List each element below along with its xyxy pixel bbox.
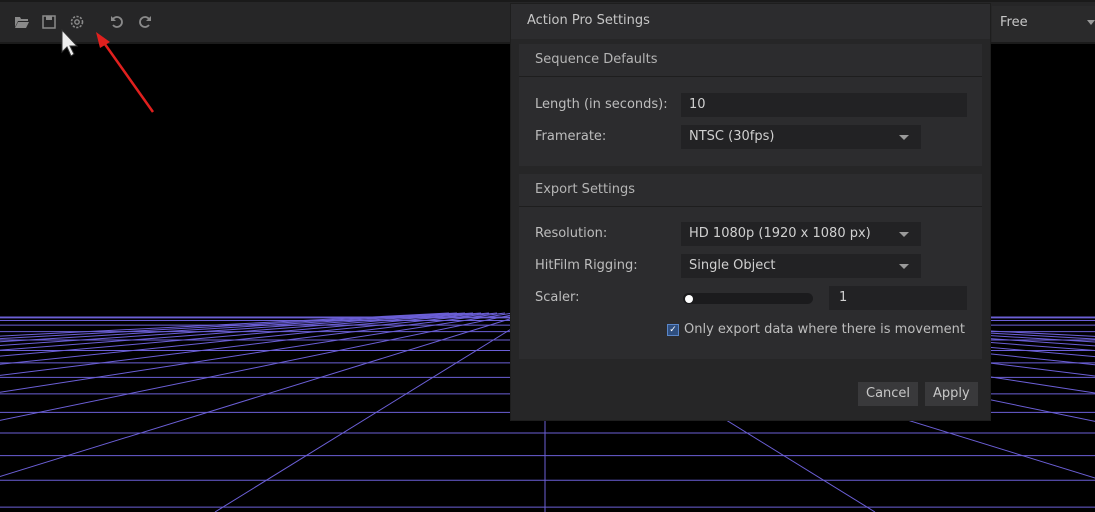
chevron-down-icon	[899, 264, 909, 269]
framerate-label: Framerate:	[535, 129, 607, 144]
save-icon[interactable]	[41, 14, 57, 30]
view-mode-value: Free	[1000, 15, 1028, 30]
action-pro-settings-dialog: Action Pro Settings Sequence Defaults Le…	[510, 3, 991, 421]
apply-button[interactable]: Apply	[925, 382, 978, 406]
mouse-cursor-icon	[61, 28, 79, 57]
chevron-down-icon	[1087, 20, 1095, 25]
rigging-select[interactable]: Single Object	[681, 254, 921, 278]
folder-open-icon[interactable]	[14, 14, 30, 30]
framerate-select[interactable]: NTSC (30fps)	[681, 125, 921, 149]
dialog-title: Action Pro Settings	[511, 4, 990, 39]
red-arrow-icon	[100, 39, 155, 113]
annotation-overlay	[61, 28, 155, 113]
resolution-value: HD 1080p (1920 x 1080 px)	[689, 226, 871, 241]
chevron-down-icon	[899, 232, 909, 237]
export-settings-section: Export Settings Resolution: HD 1080p (19…	[519, 174, 982, 359]
chevron-down-icon	[899, 135, 909, 140]
length-input[interactable]: 10	[681, 93, 967, 117]
section-header: Export Settings	[519, 174, 982, 207]
scaler-label: Scaler:	[535, 290, 580, 305]
slider-knob[interactable]	[685, 295, 693, 303]
section-header: Sequence Defaults	[519, 44, 982, 77]
resolution-label: Resolution:	[535, 226, 608, 241]
scaler-slider[interactable]	[683, 293, 813, 304]
rigging-value: Single Object	[689, 258, 776, 273]
length-label: Length (in seconds):	[535, 97, 668, 112]
framerate-value: NTSC (30fps)	[689, 129, 775, 144]
cancel-button[interactable]: Cancel	[858, 382, 919, 406]
rigging-label: HitFilm Rigging:	[535, 258, 638, 273]
resolution-select[interactable]: HD 1080p (1920 x 1080 px)	[681, 222, 921, 246]
movement-label: Only export data where there is movement	[684, 322, 965, 337]
movement-checkbox[interactable]: ✓	[667, 324, 679, 336]
view-mode-select[interactable]: Free	[992, 6, 1095, 42]
sequence-defaults-section: Sequence Defaults Length (in seconds): 1…	[519, 44, 982, 166]
scaler-input[interactable]: 1	[829, 286, 967, 310]
